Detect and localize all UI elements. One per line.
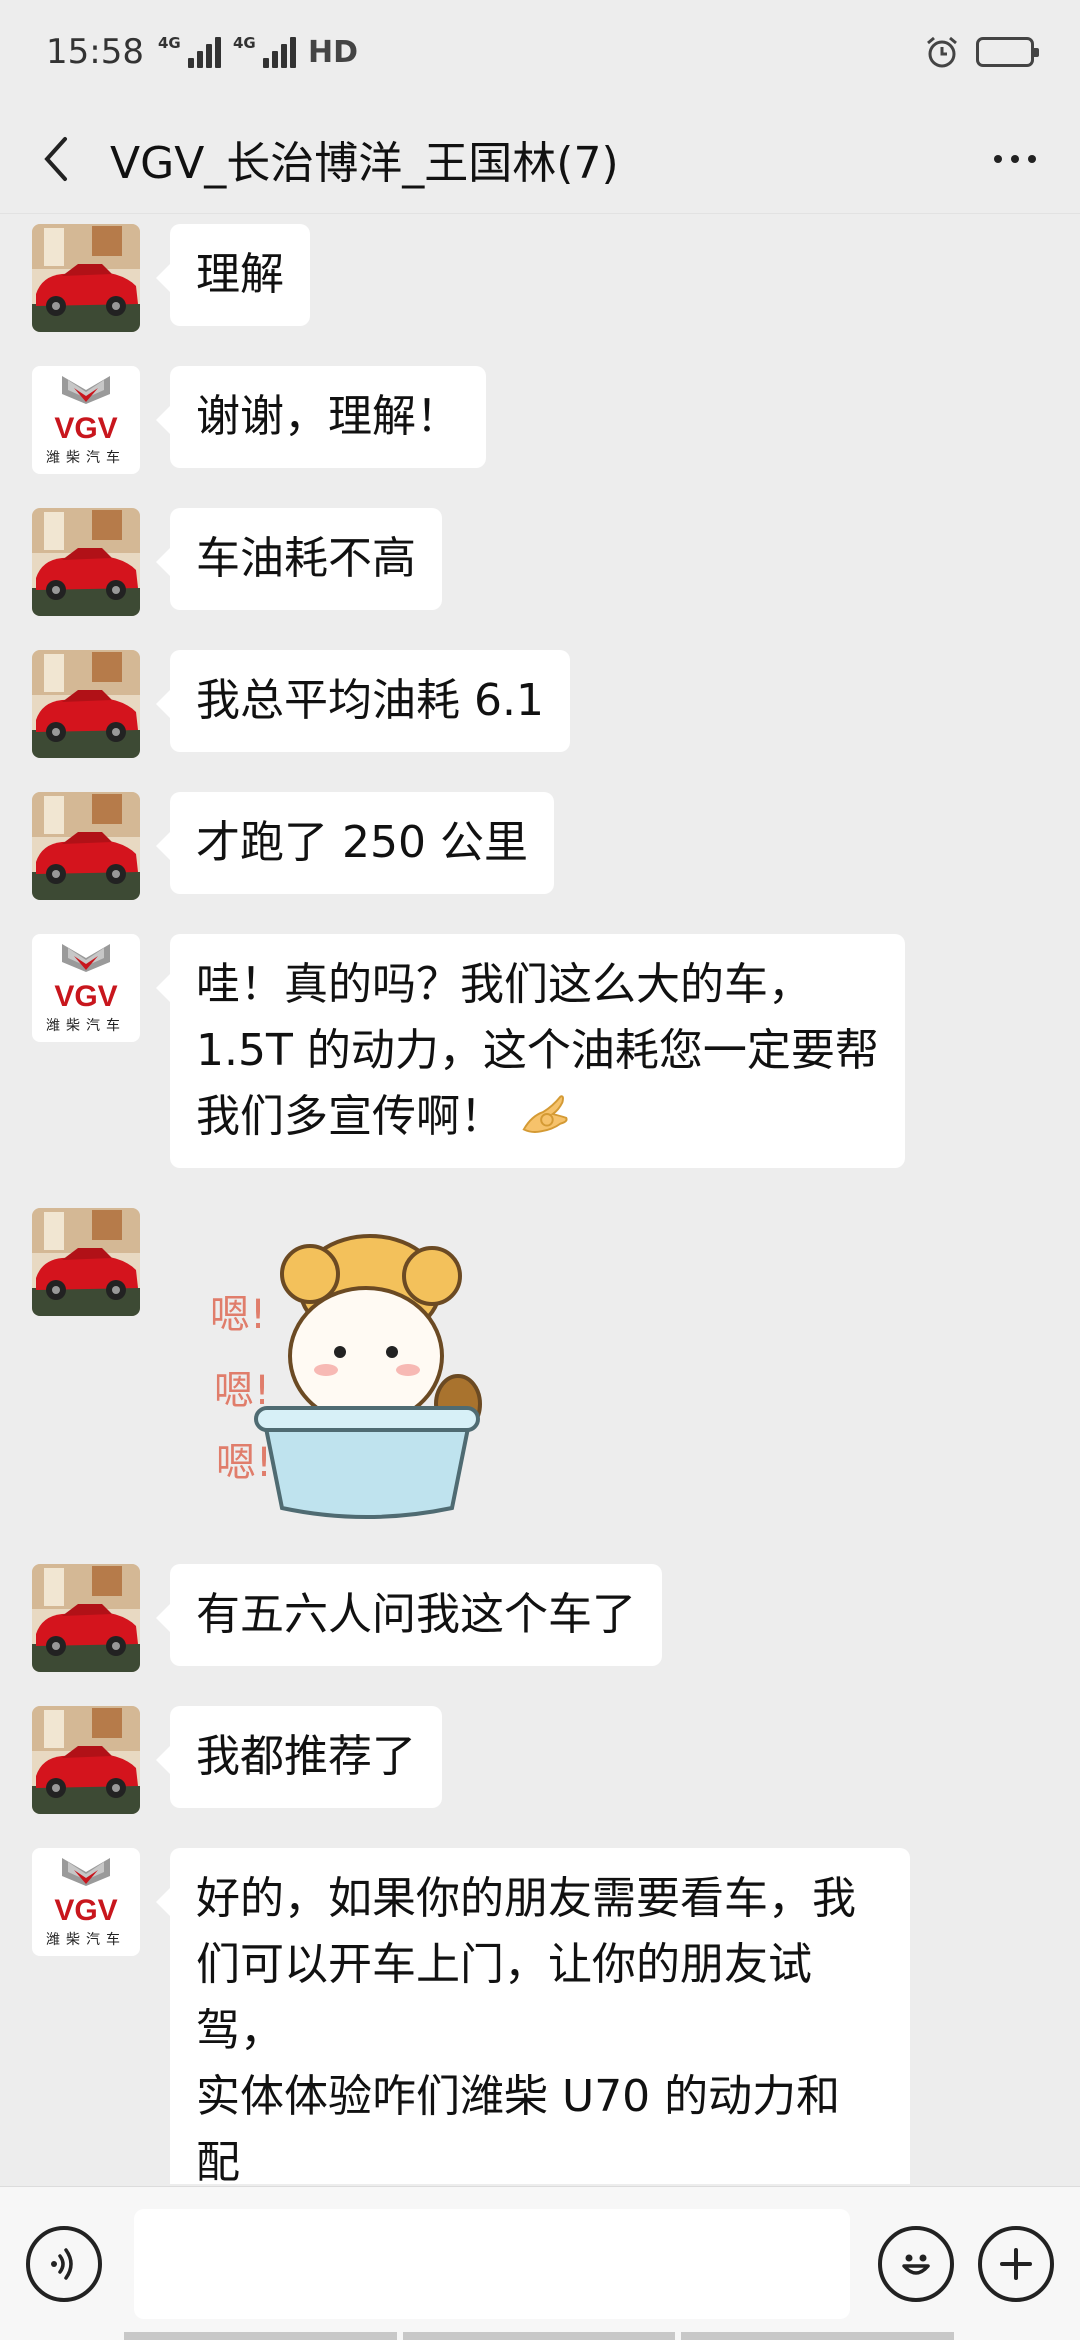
svg-text:VGV: VGV [54,412,117,445]
avatar-customer[interactable] [32,508,140,616]
message-row: VGV 潍柴汽车 好的，如果你的朋友需要看车，我 们可以开车上门，让你的朋友试驾… [32,1848,910,2184]
svg-text:VGV: VGV [54,980,117,1013]
message-row: 理解 [32,224,310,332]
message-bubble[interactable]: 理解 [156,224,310,326]
message-row: 有五六人问我这个车了 [32,1564,662,1672]
message-bubble[interactable]: 我都推荐了 [156,1706,442,1808]
avatar-customer[interactable] [32,1706,140,1814]
status-time: 15:58 [46,32,144,72]
avatar-brand[interactable]: VGV 潍柴汽车 [32,366,140,474]
message-row: VGV 潍柴汽车 谢谢，理解！ [32,366,486,474]
message-line: 哇！真的吗？我们这么大的车， [196,959,812,1010]
message-bubble[interactable]: 我总平均油耗 6.1 [156,650,570,752]
svg-text:VGV: VGV [54,1894,117,1927]
avatar-customer[interactable] [32,1564,140,1672]
message-bubble[interactable]: 有五六人问我这个车了 [156,1564,662,1666]
chevron-left-icon [44,136,67,181]
gesture-bar [124,2332,955,2340]
avatar-customer[interactable] [32,650,140,758]
message-bubble[interactable]: 谢谢，理解！ [156,366,486,468]
voice-icon [51,2247,73,2280]
more-dots-icon [994,154,1002,163]
message-list[interactable]: 理解 VGV 潍柴汽车 谢谢，理解！ 车油耗不高 我总平均油耗 6.1 才跑了 … [0,214,1080,2184]
message-row: 才跑了 250 公里 [32,792,554,900]
voice-input-button[interactable] [26,2225,102,2302]
message-bubble[interactable]: 车油耗不高 [156,508,442,610]
message-bubble[interactable]: 哇！真的吗？我们这么大的车， 1.5T 的动力，这个油耗您一定要帮 我们多宣传啊… [156,934,905,1168]
signal-icon-sim2: 4G [233,34,296,68]
avatar-brand[interactable]: VGV 潍柴汽车 [32,1848,140,1956]
chat-title: VGV_长治博洋_王国林(7) [110,137,619,189]
message-line: 1.5T 的动力，这个油耗您一定要帮 [196,1025,879,1076]
avatar-brand[interactable]: VGV 潍柴汽车 [32,934,140,1042]
chat-header: VGV_长治博洋_王国林(7) [0,104,1080,214]
svg-text:嗯!: 嗯! [210,1292,266,1338]
nod-sticker[interactable]: 嗯! 嗯! 嗯! [170,1208,500,1538]
emoji-icon [902,2254,930,2275]
message-line: 我们多宣传啊！ [196,1084,879,1150]
hd-voice-label: HD [307,34,358,70]
emoji-button[interactable] [878,2225,954,2302]
plus-icon [1000,2247,1032,2280]
message-row: VGV 潍柴汽车 哇！真的吗？我们这么大的车， 1.5T 的动力，这个油耗您一定… [32,934,905,1168]
message-line: 们可以开车上门，让你的朋友试驾， [196,1939,812,2056]
avatar-customer[interactable] [32,224,140,332]
signal-icon-sim1: 4G [158,34,221,68]
status-bar: 15:58 4G 4G HD [0,0,1080,104]
svg-text:潍柴汽车: 潍柴汽车 [46,1931,126,1948]
message-line: 实体体验咋们潍柴 U70 的动力和配 [196,2071,841,2184]
back-button[interactable] [30,129,80,189]
avatar-customer[interactable] [32,1208,140,1316]
message-bubble[interactable]: 好的，如果你的朋友需要看车，我 们可以开车上门，让你的朋友试驾， 实体体验咋们潍… [156,1848,910,2184]
battery-icon [976,37,1039,67]
alarm-icon [924,34,960,70]
svg-text:潍柴汽车: 潍柴汽车 [46,449,126,466]
more-functions-button[interactable] [978,2225,1054,2302]
avatar-customer[interactable] [32,792,140,900]
message-input[interactable] [134,2208,850,2319]
message-bubble[interactable]: 才跑了 250 公里 [156,792,554,894]
svg-text:嗯!: 嗯! [214,1368,270,1414]
ok-hand-icon [518,1087,572,1141]
input-bar [0,2186,1080,2340]
more-options-button[interactable] [980,129,1050,189]
message-row: 车油耗不高 [32,508,442,616]
svg-text:嗯!: 嗯! [216,1440,272,1486]
svg-text:潍柴汽车: 潍柴汽车 [46,1017,126,1034]
message-row: 我都推荐了 [32,1706,442,1814]
message-row: 嗯! 嗯! 嗯! [32,1208,500,1538]
message-row: 我总平均油耗 6.1 [32,650,570,758]
message-line: 好的，如果你的朋友需要看车，我 [196,1873,856,1924]
